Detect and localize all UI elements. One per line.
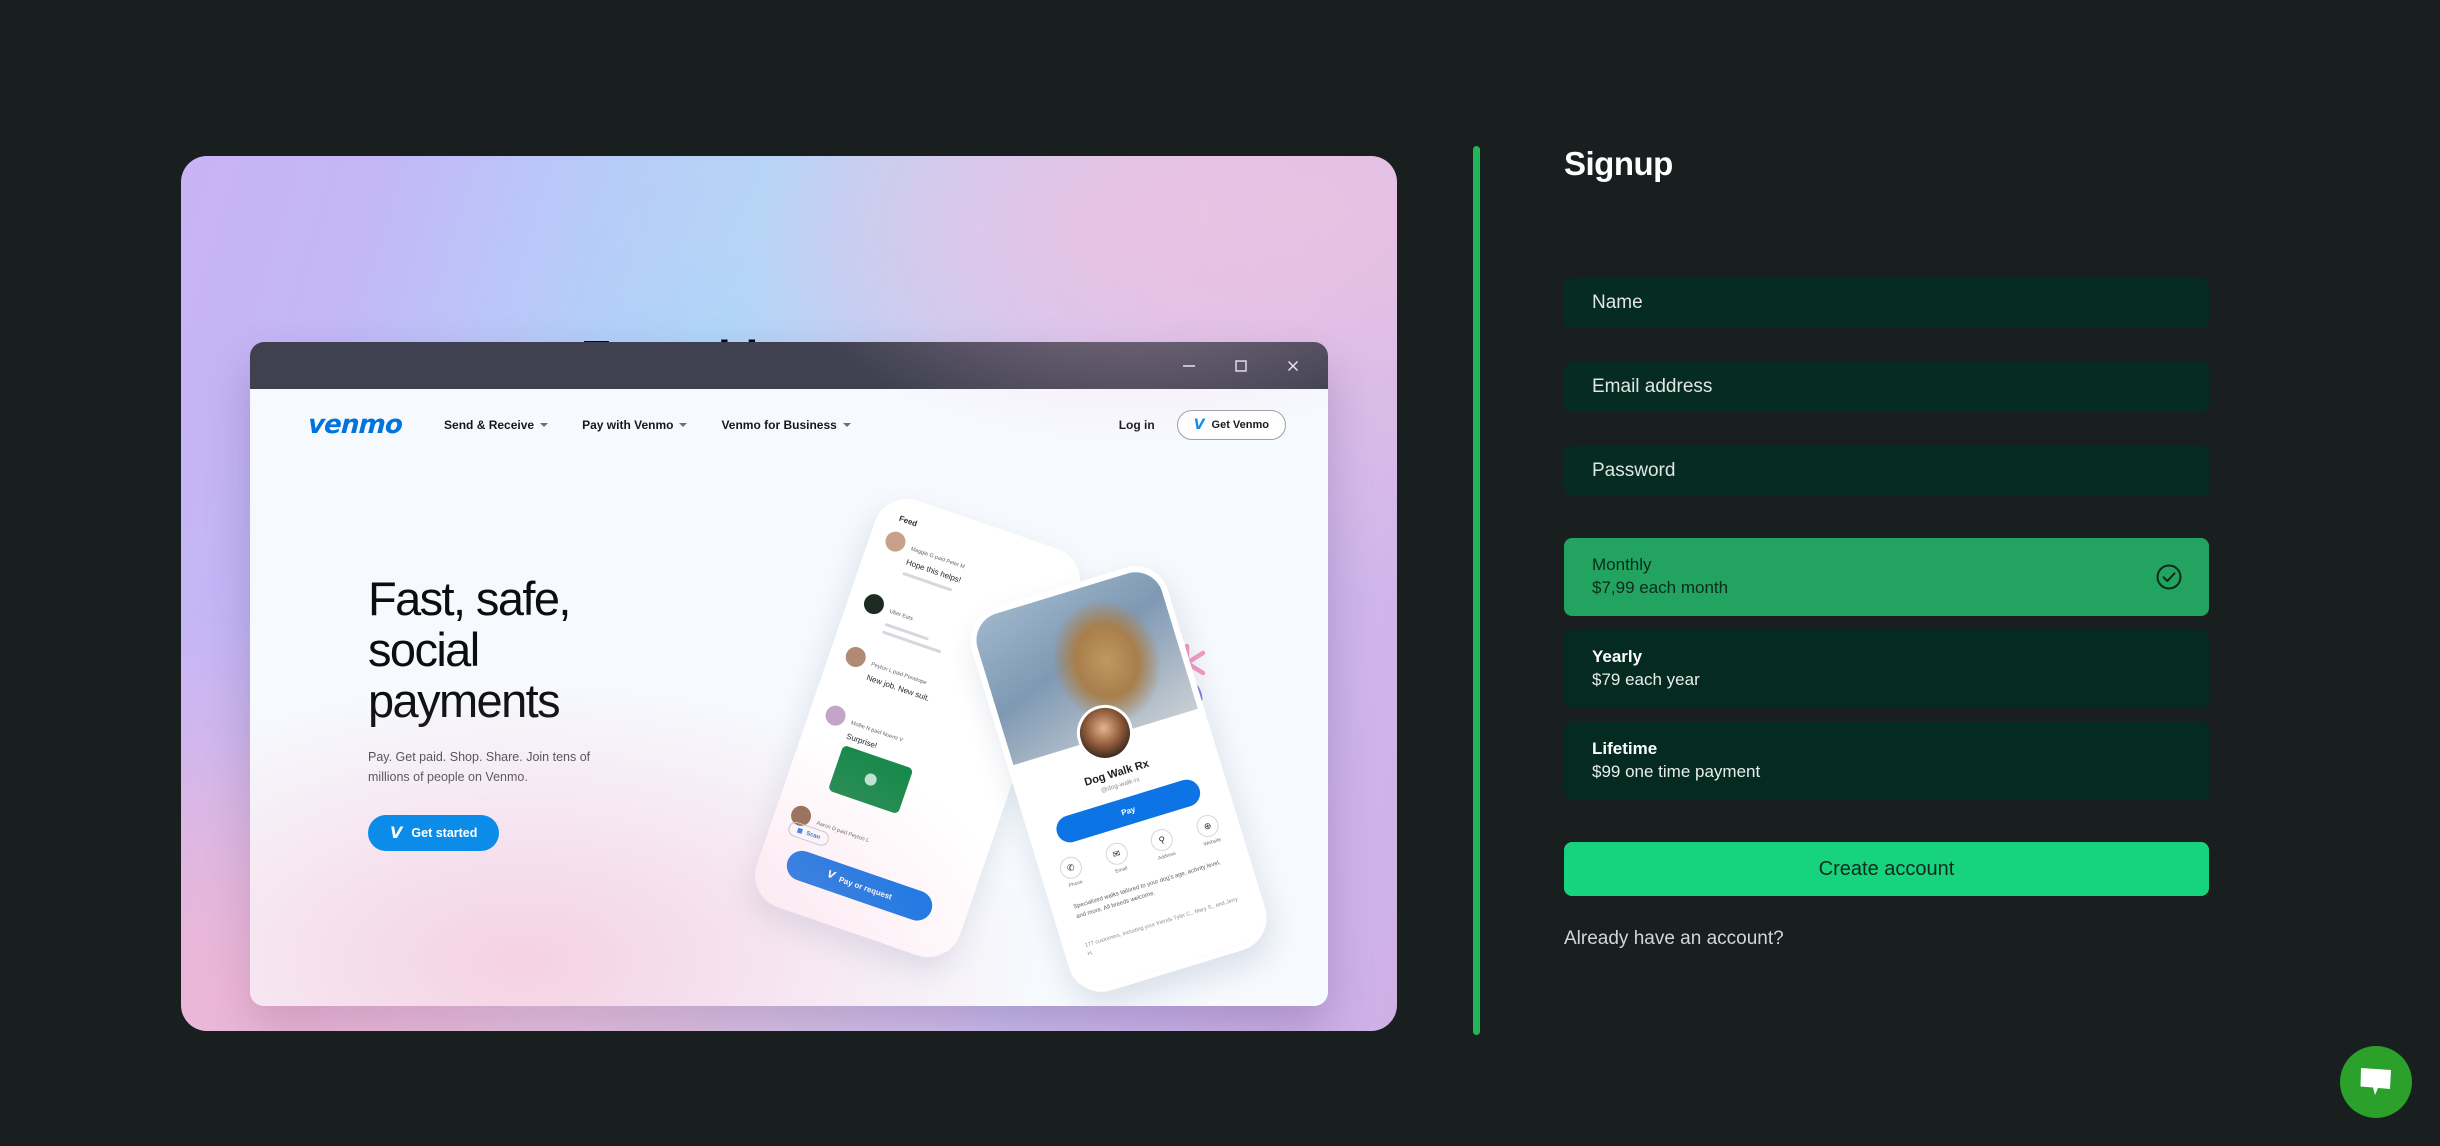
vertical-divider [1473,146,1480,1035]
venmo-v-icon: V [825,868,837,882]
scan-label: Scan [805,830,821,841]
password-input[interactable] [1564,446,2209,497]
get-started-label: Get started [411,826,478,840]
hero-line-2: social [368,622,480,676]
profile-action-email[interactable]: ✉ Email [1102,840,1133,876]
nav-item-venmo-for-business[interactable]: Venmo for Business [721,418,851,432]
venmo-phones-illustration: Feed Maggie G paid Peter M Hope this hel… [745,461,1318,1006]
plan-option-monthly[interactable]: Monthly $7,99 each month [1564,538,2209,617]
venmo-hero-paragraph: Pay. Get paid. Shop. Share. Join tens of… [368,750,591,784]
action-label: Website [1203,836,1223,848]
name-input[interactable] [1564,278,2209,329]
plan-option-lifetime[interactable]: Lifetime $99 one time payment [1564,722,2209,801]
browser-viewport: venmo Send & Receive Pay with Venmo Venm… [250,389,1328,1006]
email-input[interactable] [1564,362,2209,413]
browser-frame: venmo Send & Receive Pay with Venmo Venm… [250,342,1328,1006]
scan-icon: ▦ [796,827,804,836]
chevron-down-icon [540,423,549,427]
login-prompt-link[interactable]: Already have an account? [1564,928,2209,950]
get-started-button[interactable]: V Get started [368,815,500,851]
close-icon[interactable] [1280,353,1306,379]
promo-preview-card: Everything custom. Custom text, backgrou… [181,156,1397,1031]
plan-name: Yearly [1592,647,1643,667]
signup-panel: Signup Monthly $7,99 each month Yearly $… [1564,145,2209,950]
get-venmo-button[interactable]: V Get Venmo [1176,410,1286,440]
venmo-nav-links: Send & Receive Pay with Venmo Venmo for … [444,418,851,432]
phone-icon: ✆ [1057,854,1085,882]
profile-action-phone[interactable]: ✆ Phone [1057,854,1087,890]
get-venmo-label: Get Venmo [1211,419,1269,431]
profile-action-website[interactable]: ⊕ Website [1193,812,1224,848]
nav-label: Send & Receive [444,418,535,432]
pay-or-request-label: Pay or request [837,874,894,902]
pin-icon: ⚲ [1148,826,1176,854]
plan-price: $79 each year [1592,670,1700,690]
check-circle-icon [2156,564,2182,590]
page-title: Signup [1564,145,1673,182]
plan-option-yearly[interactable]: Yearly $79 each year [1564,630,2209,709]
venmo-logo[interactable]: venmo [307,410,403,440]
login-link[interactable]: Log in [1119,418,1155,432]
hero-line-1: Fast, safe, [368,572,571,625]
avatar [861,591,887,617]
feed-title: Feed [897,513,919,529]
avatar [822,702,849,729]
avatar [882,528,909,555]
action-label: Address [1157,850,1177,862]
maximize-icon[interactable] [1228,353,1254,379]
venmo-hero: Fast, safe, social payments Pay. Get pai… [368,572,788,857]
plan-name: Lifetime [1592,739,1658,759]
hero-line-3: payments [368,673,561,727]
create-account-button[interactable]: Create account [1564,842,2209,897]
minimize-icon[interactable] [1176,353,1202,379]
phone-profile-screen: Dog Walk Rx @dog-walk-rx Pay ✆ Phone ✉ E… [969,565,1268,993]
action-label: Phone [1068,879,1084,890]
pay-label: Pay [1120,804,1137,818]
chevron-down-icon [842,423,851,427]
plan-price: $7,99 each month [1592,578,1729,598]
action-label: Email [1114,865,1129,875]
globe-icon: ⊕ [1193,812,1222,840]
feed-actor: Uber Eats [888,608,914,623]
venmo-v-icon: V [390,823,403,842]
signup-page: Everything custom. Custom text, backgrou… [0,0,2440,1146]
chevron-down-icon [679,423,688,427]
nav-item-send-receive[interactable]: Send & Receive [444,418,549,432]
avatar [843,644,869,670]
venmo-hero-heading: Fast, safe, social payments [368,572,788,727]
venmo-v-icon: V [1193,417,1205,433]
venmo-nav-right: Log in V Get Venmo [1119,410,1286,440]
nav-label: Pay with Venmo [582,418,674,432]
chat-launcher-button[interactable] [2340,1046,2412,1118]
chat-bubble-icon [2360,1068,2391,1095]
envelope-icon: ✉ [1102,840,1131,868]
profile-action-address[interactable]: ⚲ Address [1148,826,1178,862]
browser-titlebar [250,342,1328,389]
plan-price: $99 one time payment [1592,762,1761,782]
plan-selector: Monthly $7,99 each month Yearly $79 each… [1564,538,2209,801]
nav-label: Venmo for Business [721,418,837,432]
venmo-navbar: venmo Send & Receive Pay with Venmo Venm… [250,389,1328,461]
nav-item-pay-with-venmo[interactable]: Pay with Venmo [582,418,688,432]
plan-name: Monthly [1592,555,1652,575]
